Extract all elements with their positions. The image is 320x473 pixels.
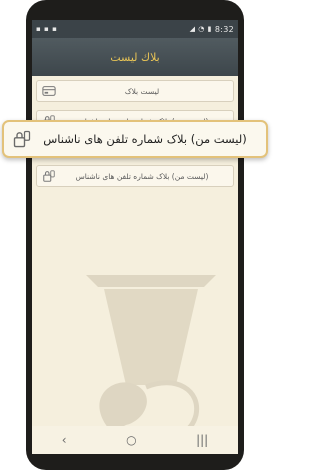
screen: ▪ ▪ ▪ ◢ ◔ ▮ 8:32 بلاك لیست لیست بلاک (لی… xyxy=(32,20,238,454)
notification-icon: ▪ xyxy=(52,24,58,33)
highlighted-menu-item[interactable]: (لیست من) بلاک شماره تلفن های ناشناس xyxy=(2,120,268,158)
card-icon xyxy=(42,86,56,96)
menu-item-block-unknown-numbers-2[interactable]: (لیست من) بلاک شماره تلفن های ناشناس xyxy=(36,165,234,187)
highlighted-item-label: (لیست من) بلاک شماره تلفن های ناشناس xyxy=(43,132,247,146)
nav-back-button[interactable]: ‹ xyxy=(62,433,67,447)
lock-phone-icon xyxy=(13,130,31,148)
status-icons-right: ◢ ◔ ▮ 8:32 xyxy=(190,25,234,34)
battery-icon: ▮ xyxy=(207,24,212,33)
notification-icon: ▪ xyxy=(36,24,42,33)
menu-item-label: (لیست من) بلاک شماره تلفن های ناشناس xyxy=(75,171,209,181)
menu-item-label: لیست بلاک xyxy=(124,86,160,96)
system-nav-bar: ‹ ○ ||| xyxy=(32,426,238,454)
status-bar: ▪ ▪ ▪ ◢ ◔ ▮ 8:32 xyxy=(32,20,238,38)
menu-item-blacklist[interactable]: لیست بلاک xyxy=(36,80,234,102)
wifi-icon: ◔ xyxy=(198,24,205,33)
vase-watermark-icon xyxy=(86,275,216,440)
status-icons-left: ▪ ▪ ▪ xyxy=(36,24,58,33)
lock-phone-icon xyxy=(43,170,55,182)
app-bar: بلاك لیست xyxy=(32,38,238,76)
nav-home-button[interactable]: ○ xyxy=(126,433,136,447)
status-time: 8:32 xyxy=(214,24,234,34)
nav-recents-button[interactable]: ||| xyxy=(196,433,208,447)
signal-icon: ◢ xyxy=(189,24,196,33)
notification-icon: ▪ xyxy=(44,24,50,33)
page-title: بلاك لیست xyxy=(110,50,160,64)
